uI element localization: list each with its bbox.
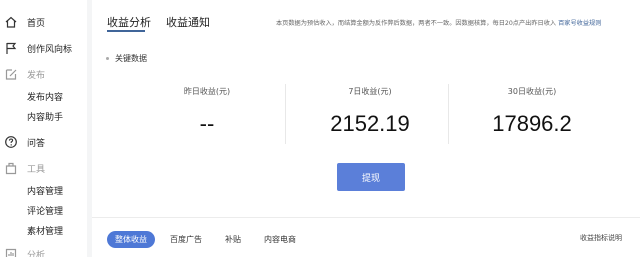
- stat-label: 昨日收益(元): [183, 87, 231, 96]
- sidebar-item-label: 评论管理: [27, 206, 64, 217]
- sidebar-item-label: 问答: [27, 138, 46, 149]
- sidebar-group-label: 工具: [27, 164, 46, 175]
- stat-value: 17896.2: [492, 111, 572, 136]
- tab-revenue-notifications[interactable]: 收益通知: [166, 14, 210, 30]
- home-icon: [4, 15, 18, 29]
- sidebar-item-label: 首页: [27, 18, 46, 29]
- section-divider: [92, 217, 640, 218]
- tab-revenue-analysis[interactable]: 收益分析: [107, 14, 151, 30]
- bullet-icon: [106, 57, 109, 60]
- subtab-subsidy[interactable]: 补贴: [225, 234, 241, 245]
- sidebar-item-trends[interactable]: 创作风向标: [0, 38, 87, 58]
- toolbox-icon: [4, 161, 18, 175]
- question-icon: [4, 135, 18, 149]
- main-panel: 收益分析 收益通知 本页数据为预估收入，而结算金额为反作弊后数据，两者不一致。因…: [92, 0, 640, 257]
- sidebar-group-label: 分析: [27, 250, 46, 257]
- stat-value: 2152.19: [330, 111, 410, 136]
- sidebar-item-label: 内容管理: [27, 186, 64, 197]
- sidebar-group-analysis: 分析: [0, 244, 87, 257]
- sidebar-group-publish: 发布: [0, 64, 87, 84]
- sidebar: 首页 创作风向标 发布 发布内容 内容助手 问答 工具 内容管理 评论管理 素材…: [0, 0, 87, 257]
- sidebar-item-home[interactable]: 首页: [0, 12, 87, 32]
- stat-30-days: 30日收益(元) 17896.2: [442, 80, 622, 137]
- sidebar-item-content-assistant[interactable]: 内容助手: [0, 106, 87, 126]
- metric-help-link[interactable]: 收益指标说明: [580, 233, 622, 243]
- sidebar-item-label: 内容助手: [27, 112, 64, 123]
- subtab-overall-revenue[interactable]: 整体收益: [107, 231, 155, 248]
- notice-text: 本页数据为预估收入，而结算金额为反作弊后数据，两者不一致。因数据核算，每日20点…: [276, 20, 557, 27]
- sidebar-group-tools: 工具: [0, 158, 87, 178]
- revenue-rules-link[interactable]: 百家号收益规则: [558, 20, 601, 27]
- stat-value: --: [199, 111, 215, 136]
- edit-icon: [4, 67, 18, 81]
- sidebar-item-comment-management[interactable]: 评论管理: [0, 200, 87, 220]
- withdraw-button[interactable]: 提现: [337, 163, 405, 191]
- sidebar-item-label: 发布内容: [27, 92, 64, 103]
- active-tab-indicator: [107, 30, 145, 32]
- stat-yesterday: 昨日收益(元) --: [117, 80, 297, 137]
- sidebar-item-label: 创作风向标: [27, 44, 73, 55]
- sidebar-item-label: 素材管理: [27, 226, 64, 237]
- section-title-text: 关键数据: [115, 54, 147, 63]
- stat-7-days: 7日收益(元) 2152.19: [280, 80, 460, 137]
- analysis-icon: [4, 247, 18, 257]
- data-notice: 本页数据为预估收入，而结算金额为反作弊后数据，两者不一致。因数据核算，每日20点…: [276, 18, 601, 27]
- stat-label: 7日收益(元): [348, 87, 392, 96]
- stat-label: 30日收益(元): [507, 87, 557, 96]
- subtab-content-ecommerce[interactable]: 内容电商: [264, 234, 296, 245]
- sidebar-item-content-management[interactable]: 内容管理: [0, 180, 87, 200]
- sidebar-item-asset-management[interactable]: 素材管理: [0, 220, 87, 240]
- sidebar-group-label: 发布: [27, 70, 46, 81]
- sidebar-item-qa[interactable]: 问答: [0, 132, 87, 152]
- subtab-baidu-ads[interactable]: 百度广告: [170, 234, 202, 245]
- flag-icon: [4, 41, 18, 55]
- sidebar-item-publish-content[interactable]: 发布内容: [0, 86, 87, 106]
- section-title: 关键数据: [106, 53, 147, 64]
